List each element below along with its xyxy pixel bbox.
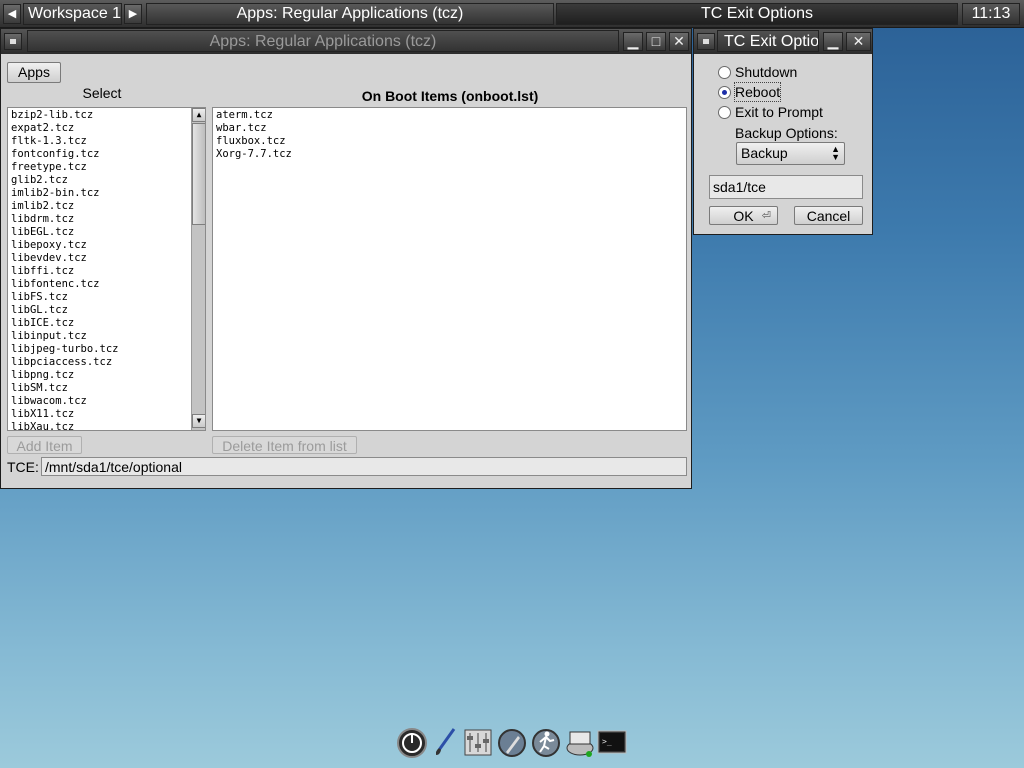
run-icon[interactable]: [530, 726, 562, 760]
select-arrows-icon: ▲ ▼: [831, 144, 840, 162]
power-icon[interactable]: [396, 726, 428, 760]
select-list-item[interactable]: libSM.tcz: [8, 382, 191, 395]
apps-window-title: Apps: Regular Applications (tcz): [27, 30, 619, 52]
window-menu-icon[interactable]: [697, 33, 715, 50]
minimize-icon[interactable]: ▁: [623, 32, 643, 51]
backup-select[interactable]: Backup ▲ ▼: [736, 142, 845, 165]
select-list-item[interactable]: libpciaccess.tcz: [8, 356, 191, 369]
close-icon[interactable]: ✕: [669, 32, 689, 51]
onboot-list-item[interactable]: wbar.tcz: [213, 122, 686, 135]
exit-prompt-label: Exit to Prompt: [735, 104, 823, 120]
exit-window-titlebar[interactable]: TC Exit Optio ▁ ✕: [694, 29, 872, 54]
select-list-item[interactable]: libX11.tcz: [8, 408, 191, 421]
delete-item-button[interactable]: Delete Item from list: [212, 436, 357, 454]
reboot-radio[interactable]: [718, 86, 731, 99]
backup-options-label: Backup Options:: [735, 125, 838, 141]
wbar-dock: >_: [396, 726, 630, 760]
select-list-item[interactable]: fltk-1.3.tcz: [8, 135, 191, 148]
onboot-list-item[interactable]: fluxbox.tcz: [213, 135, 686, 148]
select-list-item[interactable]: libpng.tcz: [8, 369, 191, 382]
select-list-item[interactable]: libffi.tcz: [8, 265, 191, 278]
select-list-item[interactable]: expat2.tcz: [8, 122, 191, 135]
tce-label: TCE:: [7, 459, 39, 475]
select-list-item[interactable]: libEGL.tcz: [8, 226, 191, 239]
select-list-item[interactable]: bzip2-lib.tcz: [8, 109, 191, 122]
window-menu-icon[interactable]: [4, 33, 22, 50]
add-item-button[interactable]: Add Item: [7, 436, 82, 454]
apps-menu-button[interactable]: Apps: [7, 62, 61, 83]
backup-path-field[interactable]: sda1/tce: [709, 175, 863, 199]
maximize-icon[interactable]: □: [646, 32, 666, 51]
apps-window: Apps: Regular Applications (tcz) ▁ □ ✕ A…: [0, 28, 692, 489]
shutdown-label: Shutdown: [735, 64, 798, 80]
workspace-name[interactable]: Workspace 1: [23, 3, 122, 25]
select-list-item[interactable]: libGL.tcz: [8, 304, 191, 317]
select-list-scrollbar[interactable]: ▲ ▼: [191, 108, 205, 430]
onboot-list-item[interactable]: aterm.tcz: [213, 109, 686, 122]
workspace-prev-button[interactable]: ◀: [3, 4, 21, 24]
taskbar-item-exit-options[interactable]: TC Exit Options: [556, 3, 958, 25]
paint-brush-icon[interactable]: [430, 726, 462, 760]
scroll-thumb[interactable]: [192, 123, 205, 225]
fluxbox-toolbar: ◀ Workspace 1 ▶ Apps: Regular Applicatio…: [0, 0, 1024, 28]
select-list-item[interactable]: imlib2.tcz: [8, 200, 191, 213]
select-list-item[interactable]: libinput.tcz: [8, 330, 191, 343]
select-list-item[interactable]: libjpeg-turbo.tcz: [8, 343, 191, 356]
tce-path-field[interactable]: /mnt/sda1/tce/optional: [41, 457, 687, 476]
ok-button-label: OK: [733, 208, 754, 224]
apps-icon[interactable]: [496, 726, 528, 760]
exit-prompt-radio[interactable]: [718, 106, 731, 119]
select-list-item[interactable]: libfontenc.tcz: [8, 278, 191, 291]
select-list-item[interactable]: libepoxy.tcz: [8, 239, 191, 252]
select-list[interactable]: bzip2-lib.tcz expat2.tcz fltk-1.3.tcz fontc…: [7, 107, 206, 431]
scroll-down-icon[interactable]: ▼: [192, 414, 205, 428]
workspace-next-button[interactable]: ▶: [124, 4, 142, 24]
onboot-header: On Boot Items (onboot.lst): [361, 88, 539, 104]
close-icon[interactable]: ✕: [846, 32, 871, 51]
select-list-item[interactable]: freetype.tcz: [8, 161, 191, 174]
select-header: Select: [82, 85, 122, 101]
control-panel-icon[interactable]: [462, 726, 494, 760]
scroll-up-icon[interactable]: ▲: [192, 108, 205, 122]
select-list-item[interactable]: libwacom.tcz: [8, 395, 191, 408]
select-list-item[interactable]: glib2.tcz: [8, 174, 191, 187]
onboot-list[interactable]: aterm.tcz wbar.tcz fluxbox.tcz Xorg-7.7.tcz: [212, 107, 687, 431]
clock: 11:13: [962, 3, 1020, 25]
exit-window-title: TC Exit Optio: [717, 30, 819, 52]
select-list-item[interactable]: libdrm.tcz: [8, 213, 191, 226]
shutdown-radio[interactable]: [718, 66, 731, 79]
taskbar-item-apps[interactable]: Apps: Regular Applications (tcz): [146, 3, 554, 25]
select-list-item[interactable]: libFS.tcz: [8, 291, 191, 304]
svg-text:>_: >_: [602, 737, 612, 746]
cancel-button[interactable]: Cancel: [794, 206, 863, 225]
select-list-item[interactable]: libXau.tcz: [8, 421, 191, 430]
select-list-item[interactable]: imlib2-bin.tcz: [8, 187, 191, 200]
exit-options-window: TC Exit Optio ▁ ✕ Shutdown Reboot Exit t…: [693, 28, 873, 235]
mount-tool-icon[interactable]: [564, 726, 596, 760]
select-list-item[interactable]: libevdev.tcz: [8, 252, 191, 265]
enter-key-icon: ⏎: [761, 210, 771, 222]
select-list-item[interactable]: libICE.tcz: [8, 317, 191, 330]
reboot-label: Reboot: [733, 82, 782, 102]
onboot-list-item[interactable]: Xorg-7.7.tcz: [213, 148, 686, 161]
terminal-icon[interactable]: >_: [596, 726, 628, 760]
apps-window-titlebar[interactable]: Apps: Regular Applications (tcz) ▁ □ ✕: [1, 29, 691, 54]
minimize-icon[interactable]: ▁: [823, 32, 843, 51]
select-list-item[interactable]: fontconfig.tcz: [8, 148, 191, 161]
ok-button[interactable]: OK ⏎: [709, 206, 778, 225]
backup-select-value: Backup: [741, 145, 788, 161]
